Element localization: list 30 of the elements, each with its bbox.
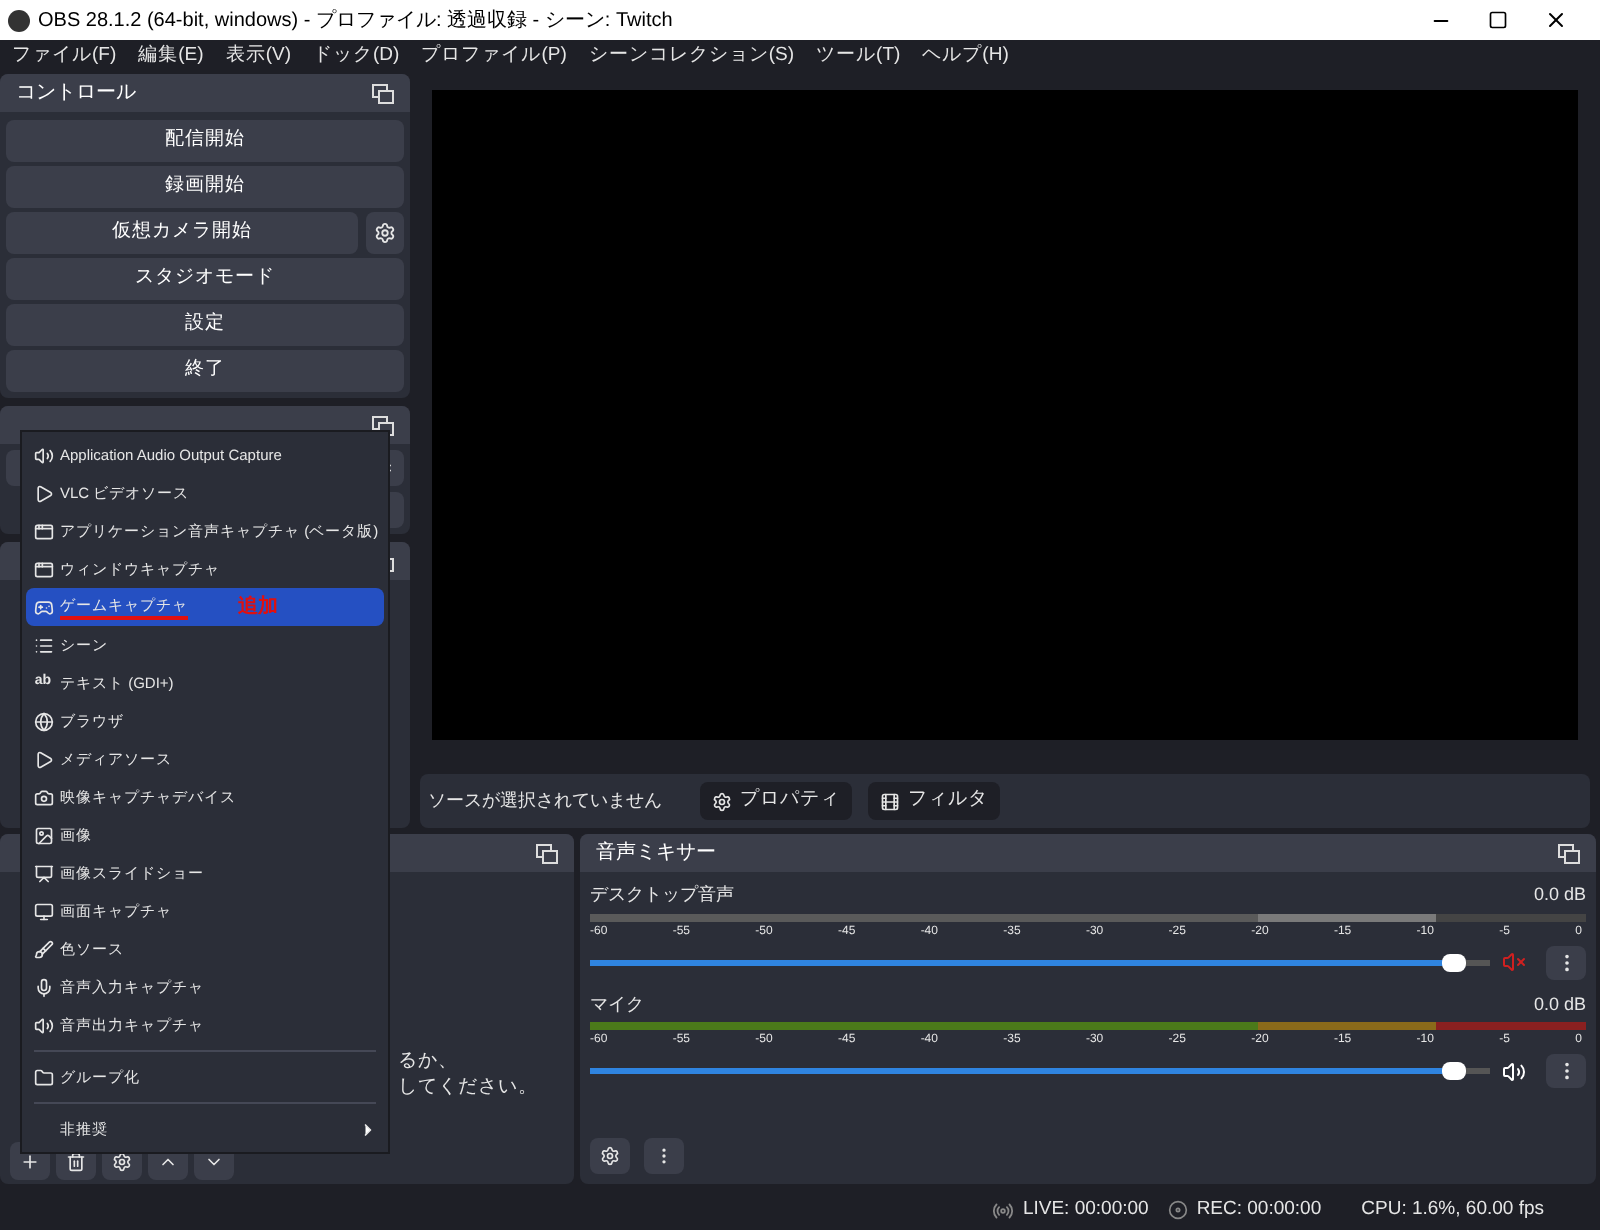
control-button[interactable]: 配信開始 — [6, 120, 404, 162]
empty-sources-hint: るか、 — [398, 1048, 460, 1074]
no-source-message: ソースが選択されていません — [428, 787, 664, 814]
menu-item[interactable]: プロファイル(P) — [421, 42, 567, 72]
cpu-status: CPU: 1.6%, 60.00 fps — [1361, 1195, 1544, 1224]
channel-reading: 0.0 dB — [1533, 991, 1586, 1017]
menu-item[interactable]: ヘルプ(H) — [922, 42, 1009, 72]
source-toolbar-button[interactable]: プロパティ — [700, 782, 852, 820]
menu-item[interactable]: 編集(E) — [138, 42, 204, 72]
rec-status: REC: 00:00:00 — [1196, 1195, 1322, 1224]
empty-sources-hint: してください。 — [398, 1074, 540, 1100]
channel-name: デスクトップ音声 — [590, 882, 734, 908]
menu-item[interactable]: ツール(T) — [816, 42, 901, 72]
control-button[interactable]: 設定 — [6, 304, 404, 346]
control-button[interactable]: 録画開始 — [6, 166, 404, 208]
live-status: LIVE: 00:00:00 — [1022, 1195, 1149, 1224]
control-button[interactable]: スタジオモード — [6, 258, 404, 300]
menu-item[interactable]: シーンコレクション(S) — [588, 42, 795, 72]
annotation-text: 追加 — [238, 593, 278, 622]
window-title: OBS 28.1.2 (64-bit, windows) - プロファイル: 透過収録 - シーン: Twitch — [38, 7, 673, 35]
channel-name: マイク — [590, 991, 644, 1017]
channel-reading: 0.0 dB — [1533, 882, 1586, 908]
control-button[interactable]: 仮想カメラ開始 — [6, 212, 358, 254]
panel-title: 音声ミキサー — [596, 839, 716, 868]
menu-item[interactable]: ファイル(F) — [12, 42, 117, 72]
menu-item[interactable]: ドック(D) — [312, 42, 400, 72]
panel-title: コントロール — [16, 80, 136, 108]
menu-item[interactable]: 表示(V) — [225, 42, 291, 72]
source-toolbar-button[interactable]: フィルタ — [868, 782, 1000, 820]
control-button[interactable]: 終了 — [6, 350, 404, 392]
